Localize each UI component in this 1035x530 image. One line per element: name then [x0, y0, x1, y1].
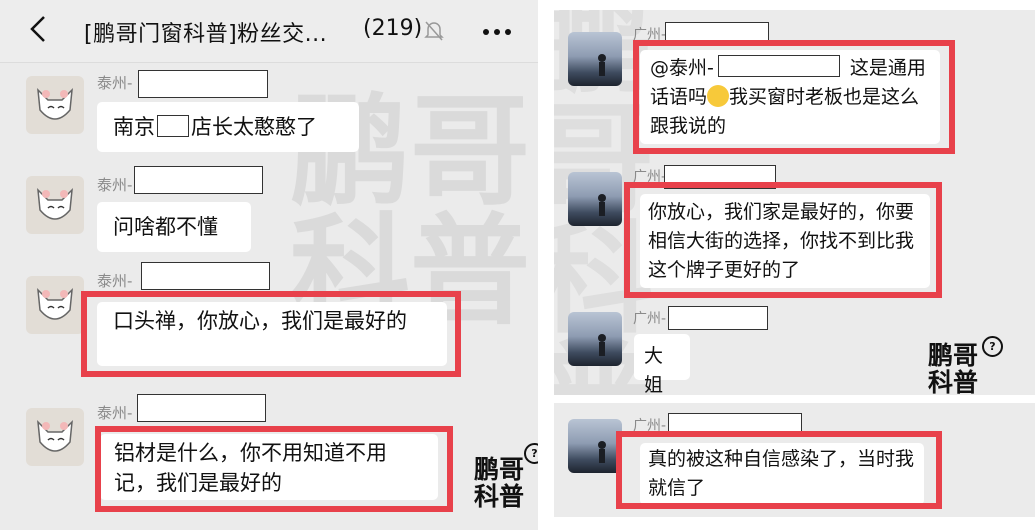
- sender-name: 广州-: [633, 311, 667, 327]
- avatar[interactable]: [568, 32, 622, 86]
- avatar[interactable]: [26, 276, 84, 334]
- message-text: 店长太憨憨了: [191, 115, 317, 139]
- message-text: 大姐: [644, 345, 664, 395]
- sender-name: 泰州-: [97, 74, 133, 92]
- mute-bell-icon: [424, 21, 444, 41]
- brand-logo: 鹏哥 科普: [474, 456, 524, 510]
- logo-text: 鹏哥: [928, 341, 979, 370]
- message-text: 问啥都不懂: [113, 215, 218, 239]
- redaction-box: [137, 394, 266, 422]
- more-icon[interactable]: [482, 28, 512, 36]
- chat-screenshot-left: 鹏哥科普 [鹏哥门窗科普]粉丝交... (219) 泰州- 南京 店长太憨憨了 泰…: [0, 0, 538, 530]
- sender-name: 泰州-: [97, 404, 133, 422]
- chat-screenshot-right-top: 鹏哥科普 广州- @泰州- 这是通用话语吗我买窗时老板也是这么跟我说的 广州- …: [554, 10, 1035, 395]
- message-bubble: 南京 店长太憨憨了: [97, 102, 359, 152]
- avatar[interactable]: [568, 172, 622, 226]
- message-bubble: 大姐: [634, 334, 690, 395]
- message-bubble: 问啥都不懂: [97, 202, 251, 252]
- logo-badge: ?: [982, 336, 1003, 357]
- chat-header: [鹏哥门窗科普]粉丝交... (219): [0, 0, 538, 63]
- logo-badge: ?: [524, 443, 538, 464]
- logo-text: 科普: [928, 368, 979, 395]
- sender-name: 泰州-: [97, 176, 133, 194]
- sender-name: 泰州-: [97, 272, 133, 290]
- highlight-frame: [81, 291, 461, 377]
- avatar[interactable]: [568, 419, 622, 473]
- avatar[interactable]: [26, 76, 84, 134]
- highlight-frame: [95, 426, 453, 512]
- redaction-box: [141, 262, 270, 290]
- highlight-frame: [633, 40, 955, 154]
- avatar[interactable]: [26, 176, 84, 234]
- logo-text: 鹏哥: [474, 455, 525, 484]
- highlight-frame: [616, 431, 942, 509]
- redaction-box: [157, 115, 189, 137]
- redaction-box: [668, 306, 768, 330]
- redaction-box: [134, 166, 263, 194]
- group-title: [鹏哥门窗科普]粉丝交...: [84, 22, 328, 47]
- avatar[interactable]: [568, 312, 622, 366]
- member-count: (219): [363, 16, 423, 41]
- brand-logo: 鹏哥 科普: [928, 342, 978, 395]
- avatar[interactable]: [26, 408, 84, 466]
- logo-text: 科普: [474, 482, 525, 511]
- back-icon[interactable]: [26, 14, 54, 44]
- highlight-frame: [624, 182, 942, 298]
- chat-screenshot-right-bottom: 广州- 真的被这种自信感染了，当时我就信了: [554, 403, 1035, 517]
- redaction-box: [138, 70, 268, 98]
- message-text: 南京: [113, 115, 155, 139]
